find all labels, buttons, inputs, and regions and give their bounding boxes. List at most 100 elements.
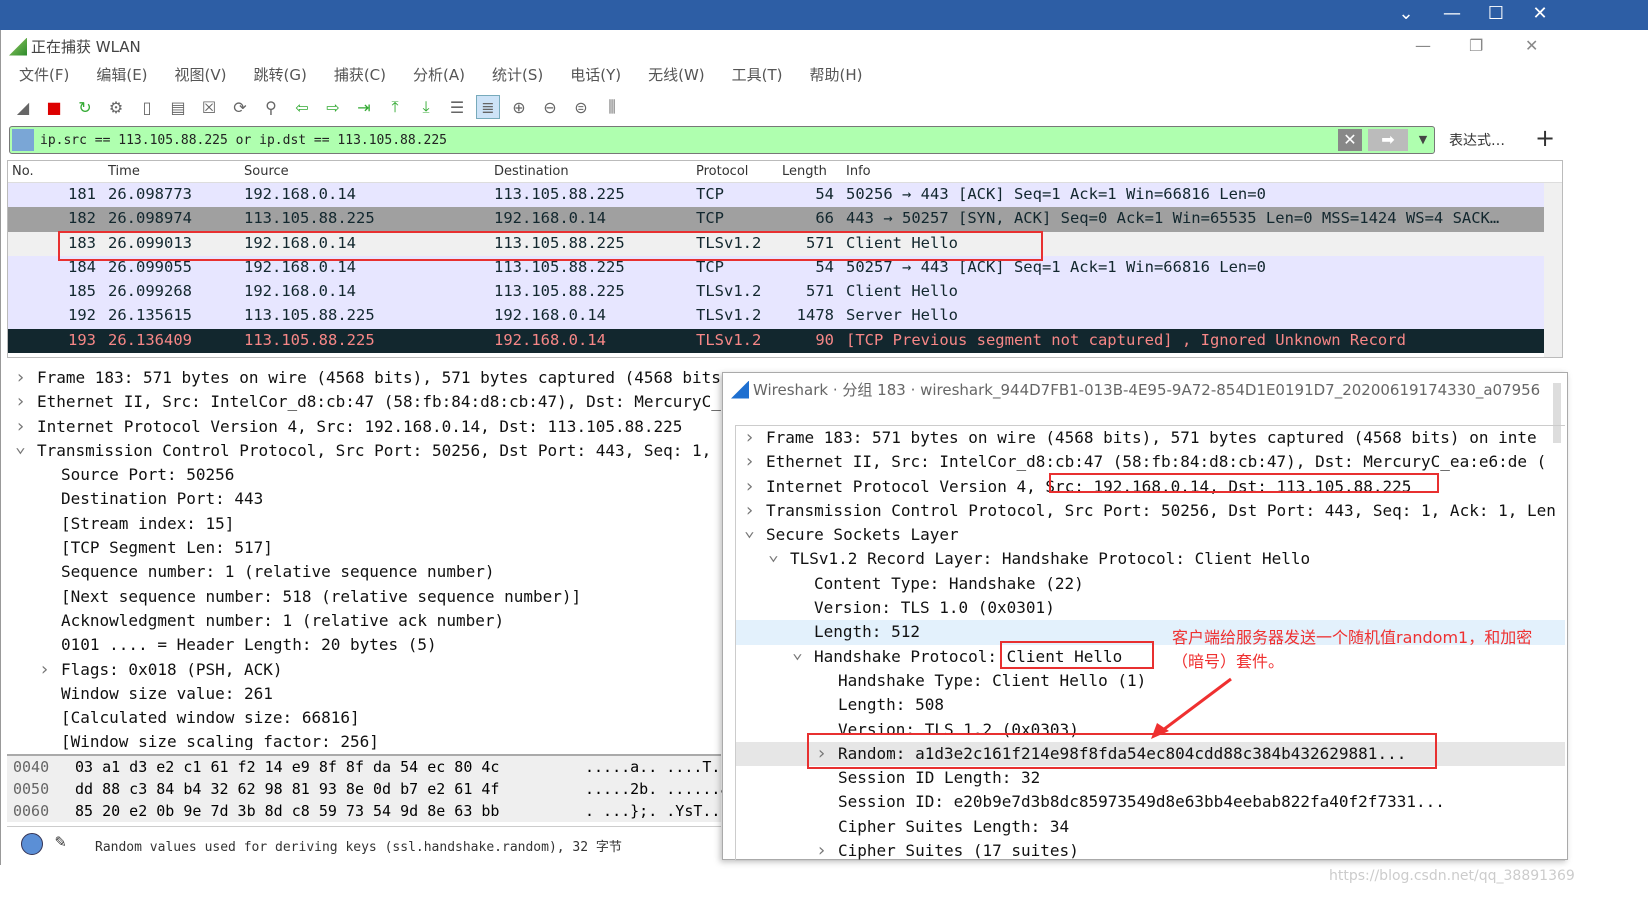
column-header-destination[interactable]: Destination bbox=[494, 164, 569, 179]
tree-item[interactable]: › Cipher Suites (17 suites) bbox=[736, 839, 1565, 860]
chevron-right-icon[interactable]: › bbox=[744, 450, 755, 474]
tree-item[interactable]: › Flags: 0x018 (PSH, ACK) bbox=[7, 658, 721, 682]
filter-history-dropdown-icon[interactable]: ▼ bbox=[1414, 129, 1432, 151]
stop-icon[interactable]: ■ bbox=[42, 95, 66, 119]
menu-item[interactable]: 工具(T) bbox=[732, 64, 783, 85]
chevron-down-icon[interactable]: ⌄ bbox=[744, 519, 755, 543]
column-header-time[interactable]: Time bbox=[108, 164, 140, 179]
hex-bytes[interactable]: dd 88 c3 84 b4 32 62 98 81 93 8e 0d b7 e… bbox=[75, 778, 499, 800]
first-packet-icon[interactable]: ⤒ bbox=[383, 95, 407, 119]
chevron-down-icon[interactable]: ⌄ bbox=[768, 543, 779, 567]
tree-item[interactable]: Content Type: Handshake (22) bbox=[736, 572, 1565, 596]
close-button[interactable]: ✕ bbox=[1525, 36, 1538, 55]
tree-item[interactable]: [Stream index: 15] bbox=[7, 512, 721, 536]
column-header-info[interactable]: Info bbox=[846, 164, 871, 179]
hex-ascii[interactable]: .....2b. ......aO bbox=[585, 778, 739, 800]
menu-item[interactable]: 视图(V) bbox=[175, 64, 227, 85]
column-header-protocol[interactable]: Protocol bbox=[696, 164, 748, 179]
hex-bytes[interactable]: 03 a1 d3 e2 c1 61 f2 14 e9 8f 8f da 54 e… bbox=[75, 756, 499, 778]
chevron-right-icon[interactable]: › bbox=[816, 839, 827, 860]
close-file-icon[interactable]: ☒ bbox=[197, 95, 221, 119]
zoom-normal-icon[interactable]: ⊜ bbox=[569, 95, 593, 119]
tree-item[interactable]: › Internet Protocol Version 4, Src: 192.1… bbox=[7, 415, 721, 439]
capture-status-icon[interactable] bbox=[21, 833, 43, 855]
menu-item[interactable]: 分析(A) bbox=[413, 64, 465, 85]
resize-columns-icon[interactable]: ⫼ bbox=[600, 95, 624, 119]
tree-item[interactable]: ⌄ Transmission Control Protocol, Src Port… bbox=[7, 436, 721, 463]
chevron-right-icon[interactable]: › bbox=[39, 658, 50, 682]
edit-comment-icon[interactable]: ✎ bbox=[55, 831, 66, 852]
expression-button[interactable]: 表达式… bbox=[1449, 130, 1505, 150]
restore-button[interactable]: ❐ bbox=[1469, 36, 1483, 55]
tree-item[interactable]: [TCP Segment Len: 517] bbox=[7, 536, 721, 560]
chevron-right-icon[interactable]: › bbox=[15, 366, 26, 390]
column-header-no[interactable]: No. bbox=[12, 164, 34, 179]
tree-item[interactable]: [Window size scaling factor: 256] bbox=[7, 730, 721, 750]
tree-item[interactable]: [Calculated window size: 66816] bbox=[7, 706, 721, 730]
tree-item[interactable]: Destination Port: 443 bbox=[7, 487, 721, 511]
last-packet-icon[interactable]: ⤓ bbox=[414, 95, 438, 119]
clear-filter-icon[interactable]: ✕ bbox=[1338, 129, 1362, 151]
tree-item[interactable]: ⌄ TLSv1.2 Record Layer: Handshake Protoco… bbox=[736, 544, 1565, 571]
packet-list-scrollbar[interactable] bbox=[1544, 183, 1562, 357]
menu-item[interactable]: 捕获(C) bbox=[334, 64, 386, 85]
tree-item[interactable]: › Transmission Control Protocol, Src Port… bbox=[736, 499, 1565, 523]
tree-item[interactable]: › Ethernet II, Src: IntelCor_d8:cb:47 (58… bbox=[736, 450, 1565, 474]
packet-row[interactable]: 185 26.099268 192.168.0.14 113.105.88.225 TL… bbox=[8, 280, 1562, 305]
shark-fin-start-icon[interactable]: ◢ bbox=[11, 95, 35, 119]
packet-row[interactable]: 192 26.135615 113.105.88.225 192.168.0.14 TL… bbox=[8, 304, 1562, 329]
tree-item[interactable]: › Frame 183: 571 bytes on wire (4568 bits… bbox=[7, 366, 721, 390]
find-icon[interactable]: ⚲ bbox=[259, 95, 283, 119]
packet-row-partial[interactable]: 194 … bbox=[8, 353, 1562, 357]
packet-row[interactable]: 182 26.098974 113.105.88.225 192.168.0.14 TC… bbox=[8, 207, 1562, 232]
menu-item[interactable]: 电话(Y) bbox=[570, 64, 621, 85]
tree-item[interactable]: 0101 .... = Header Length: 20 bytes (5) bbox=[7, 633, 721, 657]
add-filter-button[interactable]: + bbox=[1535, 124, 1555, 152]
open-file-icon[interactable]: ▯ bbox=[135, 95, 159, 119]
back-arrow-icon[interactable]: ⇦ bbox=[290, 95, 314, 119]
menu-item[interactable]: 帮助(H) bbox=[810, 64, 863, 85]
file-icon[interactable]: ▤ bbox=[166, 95, 190, 119]
zoom-out-icon[interactable]: ⊖ bbox=[538, 95, 562, 119]
chevron-right-icon[interactable]: › bbox=[744, 475, 755, 499]
minimize-button[interactable]: — bbox=[1415, 36, 1431, 55]
chevron-down-icon[interactable]: ⌄ bbox=[15, 435, 26, 459]
menu-item[interactable]: 统计(S) bbox=[492, 64, 543, 85]
hex-ascii[interactable]: .....a.. ....T. bbox=[585, 756, 720, 778]
tree-item[interactable]: › Frame 183: 571 bytes on wire (4568 bits… bbox=[736, 426, 1565, 450]
chevron-right-icon[interactable]: › bbox=[744, 426, 755, 450]
restart-icon[interactable]: ↻ bbox=[73, 95, 97, 119]
colorize-icon[interactable]: ≣ bbox=[476, 95, 500, 119]
tree-item[interactable]: ⌄ Secure Sockets Layer bbox=[736, 520, 1565, 547]
packet-row[interactable]: 193 26.136409 113.105.88.225 192.168.0.14 TL… bbox=[8, 328, 1562, 354]
autoscroll-icon[interactable]: ☰ bbox=[445, 95, 469, 119]
minimize-button[interactable]: — bbox=[1430, 0, 1474, 30]
go-to-packet-icon[interactable]: ⇥ bbox=[352, 95, 376, 119]
display-filter-input[interactable] bbox=[40, 130, 1330, 150]
bookmark-icon[interactable] bbox=[12, 129, 34, 151]
column-header-source[interactable]: Source bbox=[244, 164, 289, 179]
menu-item[interactable]: 无线(W) bbox=[648, 64, 705, 85]
tree-item[interactable]: Window size value: 261 bbox=[7, 682, 721, 706]
tree-item[interactable]: Session ID Length: 32 bbox=[736, 766, 1565, 790]
tree-item[interactable]: Version: TLS 1.0 (0x0301) bbox=[736, 596, 1565, 620]
tree-item[interactable]: Cipher Suites Length: 34 bbox=[736, 815, 1565, 839]
reload-icon[interactable]: ⟳ bbox=[228, 95, 252, 119]
chevron-down-icon[interactable]: ⌄ bbox=[1384, 0, 1428, 30]
zoom-in-icon[interactable]: ⊕ bbox=[507, 95, 531, 119]
hex-ascii[interactable]: . ...};. .YsT.. bbox=[585, 800, 720, 822]
menu-item[interactable]: 文件(F) bbox=[19, 64, 69, 85]
packet-row[interactable]: 181 26.098773 192.168.0.14 113.105.88.225 TC… bbox=[8, 183, 1562, 208]
tree-item[interactable]: Acknowledgment number: 1 (relative ack n… bbox=[7, 609, 721, 633]
maximize-button[interactable]: ☐ bbox=[1474, 0, 1518, 30]
forward-arrow-icon[interactable]: ⇨ bbox=[321, 95, 345, 119]
close-button[interactable]: ✕ bbox=[1518, 0, 1562, 30]
tree-item[interactable]: › Ethernet II, Src: IntelCor_d8:cb:47 (58… bbox=[7, 390, 721, 414]
chevron-down-icon[interactable]: ⌄ bbox=[792, 641, 803, 665]
tree-item[interactable]: [Next sequence number: 518 (relative seq… bbox=[7, 585, 721, 609]
column-header-length[interactable]: Length bbox=[782, 164, 827, 179]
options-gear-icon[interactable]: ⚙ bbox=[104, 95, 128, 119]
tree-item[interactable]: Source Port: 50256 bbox=[7, 463, 721, 487]
menu-item[interactable]: 编辑(E) bbox=[96, 64, 147, 85]
hex-bytes[interactable]: 85 20 e2 0b 9e 7d 3b 8d c8 59 73 54 9d 8… bbox=[75, 800, 499, 822]
